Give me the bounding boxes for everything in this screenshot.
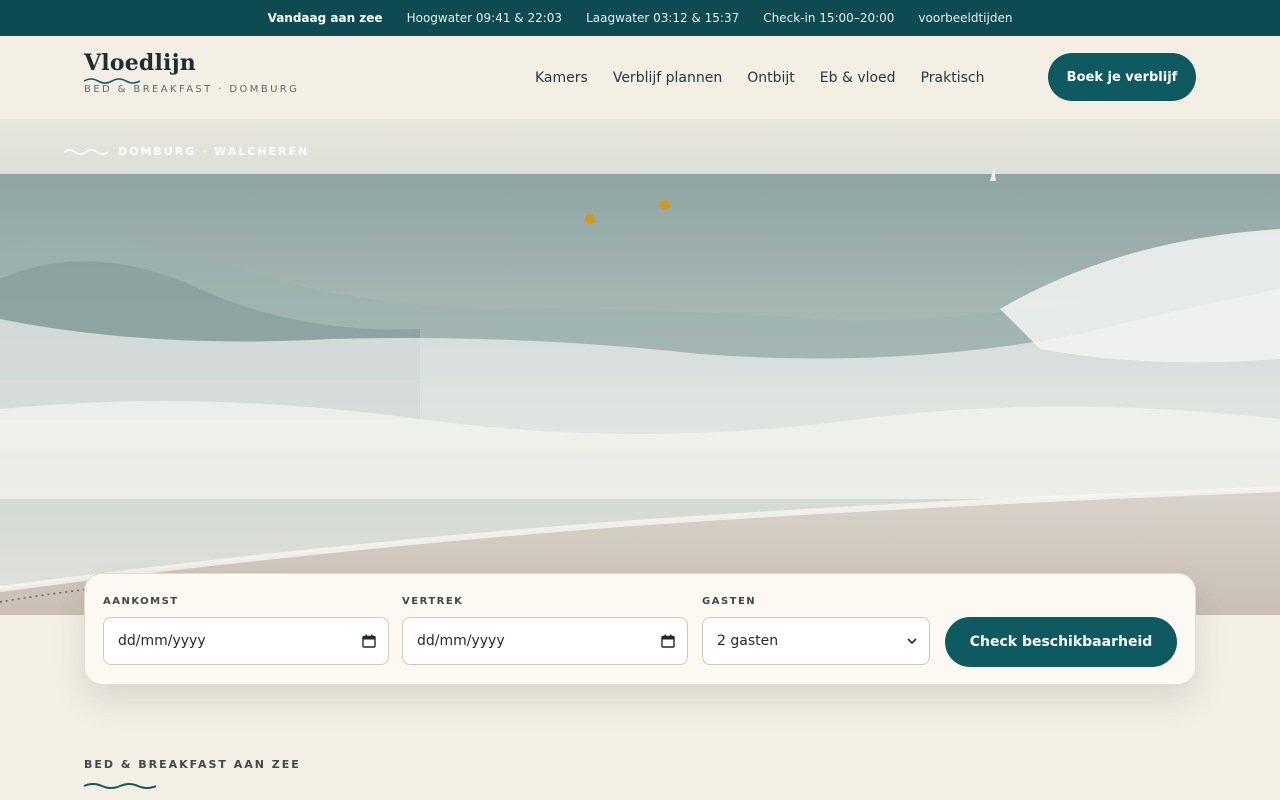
departure-date-input[interactable]: dd/mm/yyyy (402, 617, 688, 665)
check-availability-button[interactable]: Check beschikbaarheid (945, 617, 1177, 667)
departure-value: dd/mm/yyyy (417, 633, 505, 649)
wave-icon (84, 783, 156, 789)
arrival-field: AANKOMST dd/mm/yyyy (103, 596, 389, 665)
chevron-down-icon (907, 638, 917, 645)
nav-item-eb-vloed[interactable]: Eb & vloed (820, 70, 896, 86)
brand-subtitle: BED & BREAKFAST · DOMBURG (84, 84, 300, 95)
tide-info-bar: Vandaag aan zee Hoogwater 09:41 & 22:03 … (0, 0, 1280, 36)
hero-eyebrow: DOMBURG · WALCHEREN (64, 145, 309, 158)
high-tide-info: Hoogwater 09:41 & 22:03 (406, 11, 563, 25)
nav-item-ontbijt[interactable]: Ontbijt (747, 70, 795, 86)
calendar-icon[interactable] (661, 634, 675, 648)
hero-location: DOMBURG · WALCHEREN (118, 145, 310, 158)
arrival-date-input[interactable]: dd/mm/yyyy (103, 617, 389, 665)
low-tide-info: Laagwater 03:12 & 15:37 (586, 11, 740, 25)
book-stay-button[interactable]: Boek je verblijf (1048, 53, 1196, 101)
departure-field: VERTREK dd/mm/yyyy (402, 596, 688, 665)
sea-illustration (0, 119, 1280, 615)
hero-image: DOMBURG · WALCHEREN (0, 119, 1280, 615)
section-eyebrow: BED & BREAKFAST AAN ZEE (84, 758, 301, 771)
brand-logo[interactable]: Vloedlijn BED & BREAKFAST · DOMBURG (84, 50, 299, 95)
availability-form: AANKOMST dd/mm/yyyy VERTREK dd/mm/yyyy G… (84, 573, 1196, 685)
site-header: Vloedlijn BED & BREAKFAST · DOMBURG Kame… (0, 36, 1280, 119)
brand-name: Vloedlijn (84, 50, 196, 76)
departure-label: VERTREK (402, 596, 464, 607)
nav-item-kamers[interactable]: Kamers (535, 70, 588, 86)
today-label: Vandaag aan zee (267, 11, 383, 25)
calendar-icon[interactable] (362, 634, 376, 648)
wave-icon (64, 148, 108, 155)
guests-select[interactable]: 2 gasten (702, 617, 930, 665)
checkin-info: Check-in 15:00–20:00 (763, 11, 895, 25)
arrival-label: AANKOMST (103, 596, 179, 607)
guests-value: 2 gasten (717, 633, 779, 649)
nav-item-praktisch[interactable]: Praktisch (921, 70, 985, 86)
nav-item-verblijf-plannen[interactable]: Verblijf plannen (613, 70, 722, 86)
sample-times-note: voorbeeldtijden (918, 11, 1013, 25)
guests-field: GASTEN 2 gasten (702, 596, 930, 665)
wave-icon (84, 78, 140, 84)
guests-label: GASTEN (702, 596, 757, 607)
main-nav: Kamers Verblijf plannen Ontbijt Eb & vlo… (535, 36, 984, 119)
arrival-value: dd/mm/yyyy (118, 633, 206, 649)
